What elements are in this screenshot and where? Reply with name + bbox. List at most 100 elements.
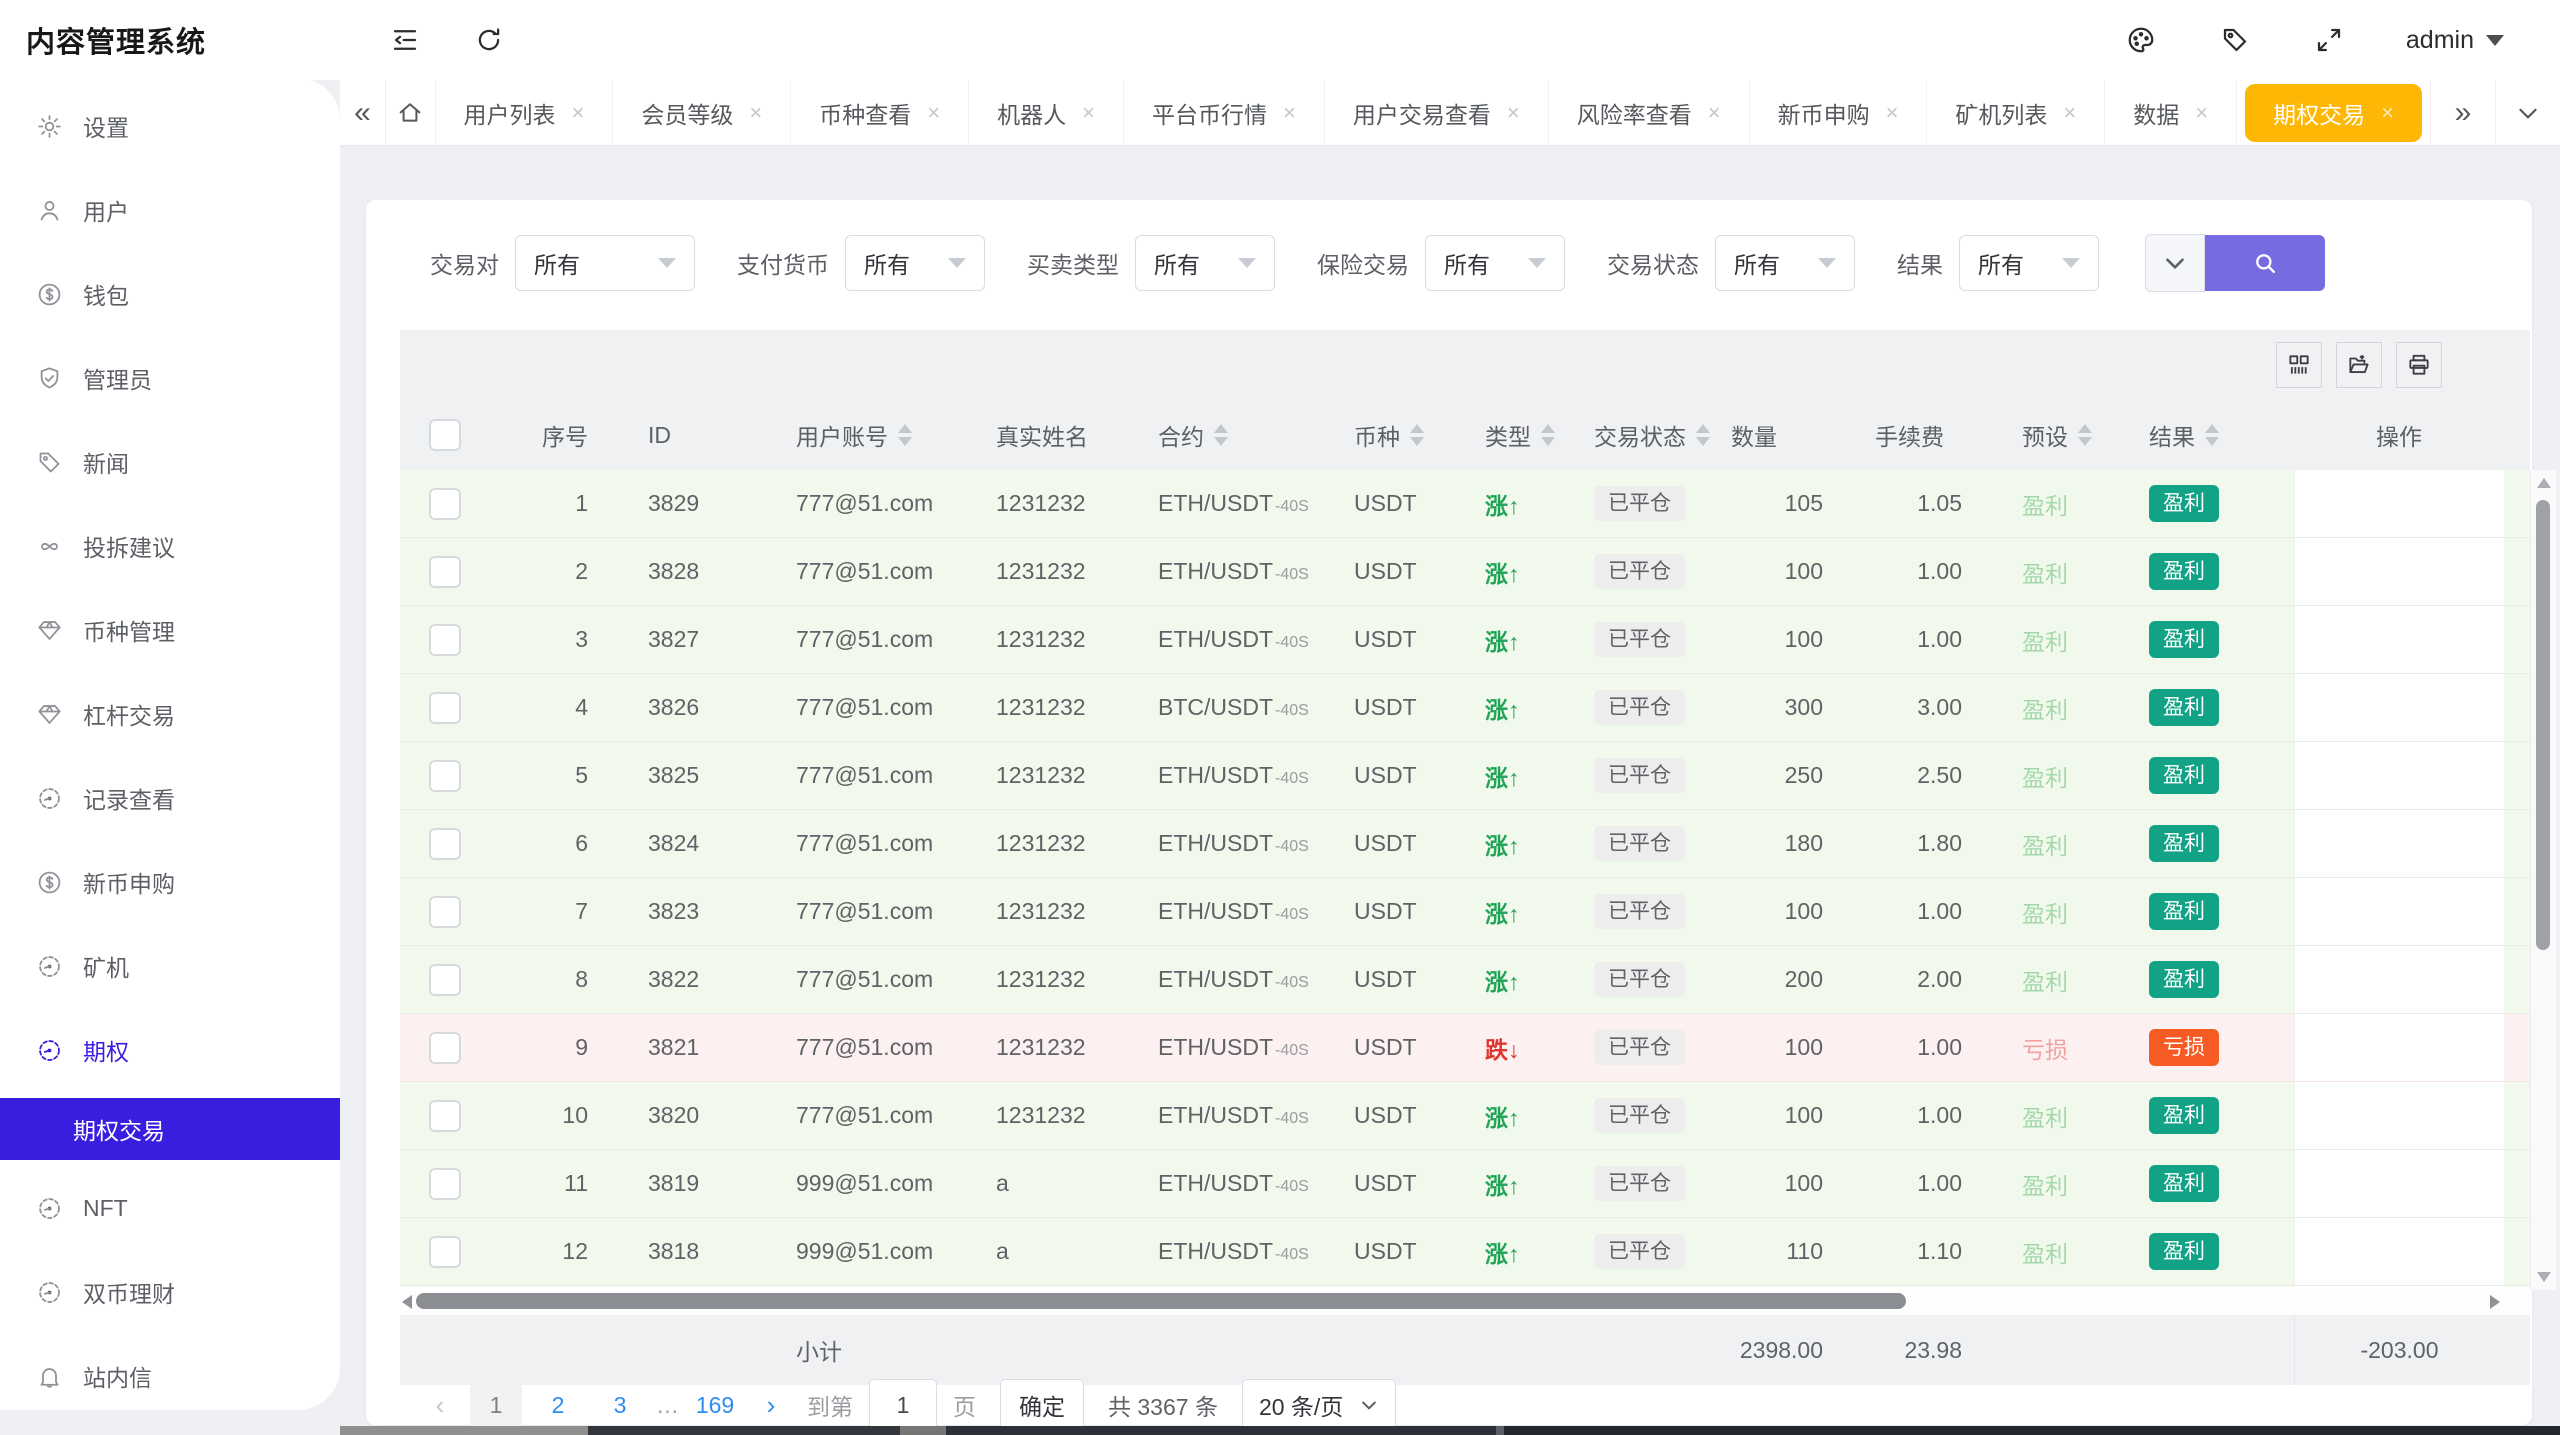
filter-select-0[interactable]: 所有 [515, 235, 695, 291]
row-checkbox[interactable] [429, 556, 461, 588]
tab-5[interactable]: 用户交易查看× [1325, 80, 1549, 145]
column-header-result[interactable]: 结果 [2129, 400, 2294, 470]
tab-close-icon[interactable]: × [749, 100, 762, 126]
page-size-select[interactable]: 20 条/页 [1242, 1379, 1396, 1431]
fullscreen-icon[interactable] [2312, 23, 2346, 57]
sidebar-item-2[interactable]: 钱包 [0, 252, 340, 336]
page-next-button[interactable]: › [751, 1390, 791, 1421]
sidebar-item-1[interactable]: 用户 [0, 168, 340, 252]
vertical-scroll-thumb[interactable] [2536, 500, 2550, 950]
horizontal-scrollbar[interactable] [400, 1290, 2530, 1315]
row-checkbox[interactable] [429, 624, 461, 656]
tab-close-icon[interactable]: × [1507, 100, 1520, 126]
tabs-scroll-right[interactable]: » [2430, 80, 2495, 145]
row-checkbox[interactable] [429, 760, 461, 792]
tab-3[interactable]: 机器人× [969, 80, 1124, 145]
sidebar-item-11[interactable]: 期权 [0, 1008, 340, 1092]
sort-arrows-icon[interactable] [1696, 424, 1710, 446]
sort-arrows-icon[interactable] [1541, 424, 1555, 446]
sidebar-item-0[interactable]: 设置 [0, 84, 340, 168]
tab-6[interactable]: 风险率查看× [1549, 80, 1750, 145]
tab-close-icon[interactable]: × [1283, 100, 1296, 126]
scroll-down-arrow[interactable] [2537, 1272, 2551, 1282]
tab-close-icon[interactable]: × [1886, 100, 1899, 126]
theme-palette-icon[interactable] [2124, 23, 2158, 57]
scroll-up-arrow[interactable] [2537, 478, 2551, 488]
scroll-left-arrow[interactable] [402, 1295, 412, 1309]
filter-expand-button[interactable] [2145, 234, 2205, 292]
column-header-contract[interactable]: 合约 [1134, 400, 1330, 470]
column-header-status[interactable]: 交易状态 [1574, 400, 1719, 470]
tab-0[interactable]: 用户列表× [436, 80, 614, 145]
row-checkbox[interactable] [429, 488, 461, 520]
user-menu[interactable]: admin [2406, 26, 2504, 55]
sidebar-item-10[interactable]: 矿机 [0, 924, 340, 1008]
row-checkbox[interactable] [429, 1032, 461, 1064]
column-settings-button[interactable] [2276, 342, 2322, 388]
home-tab[interactable] [386, 80, 436, 145]
page-prev-button[interactable]: ‹ [420, 1390, 460, 1421]
tab-close-icon[interactable]: × [2381, 100, 2394, 126]
tab-close-icon[interactable]: × [2195, 100, 2208, 126]
sort-arrows-icon[interactable] [1410, 424, 1424, 446]
sort-arrows-icon[interactable] [2205, 424, 2219, 446]
tab-2[interactable]: 币种查看× [791, 80, 969, 145]
tabs-dropdown[interactable] [2495, 80, 2560, 145]
tab-close-icon[interactable]: × [2063, 100, 2076, 126]
page-number-1[interactable]: 1 [470, 1382, 522, 1428]
tabs-scroll-left[interactable]: « [340, 80, 386, 145]
filter-select-4[interactable]: 所有 [1715, 235, 1855, 291]
filter-select-1[interactable]: 所有 [845, 235, 985, 291]
scroll-right-arrow[interactable] [2490, 1295, 2500, 1309]
row-checkbox[interactable] [429, 1168, 461, 1200]
tab-close-icon[interactable]: × [572, 100, 585, 126]
row-checkbox[interactable] [429, 1236, 461, 1268]
collapse-sidebar-icon[interactable] [388, 23, 422, 57]
horizontal-scroll-thumb[interactable] [416, 1293, 1906, 1309]
sort-arrows-icon[interactable] [2078, 424, 2092, 446]
sidebar-item-6[interactable]: 币种管理 [0, 588, 340, 672]
column-header-coin[interactable]: 币种 [1330, 400, 1457, 470]
select-all-checkbox[interactable] [429, 419, 461, 451]
page-number-2[interactable]: 2 [532, 1382, 584, 1428]
goto-page-input[interactable]: 1 [869, 1379, 937, 1431]
print-button[interactable] [2396, 342, 2442, 388]
row-checkbox[interactable] [429, 828, 461, 860]
sidebar-item-7[interactable]: 杠杆交易 [0, 672, 340, 756]
search-button[interactable] [2205, 235, 2325, 291]
filter-select-2[interactable]: 所有 [1135, 235, 1275, 291]
filter-select-3[interactable]: 所有 [1425, 235, 1565, 291]
sidebar-item-3[interactable]: 管理员 [0, 336, 340, 420]
tab-8[interactable]: 矿机列表× [1927, 80, 2105, 145]
sort-arrows-icon[interactable] [1214, 424, 1228, 446]
column-header-type[interactable]: 类型 [1457, 400, 1574, 470]
column-header-account[interactable]: 用户账号 [772, 400, 972, 470]
row-checkbox[interactable] [429, 1100, 461, 1132]
tag-tool-icon[interactable] [2218, 23, 2252, 57]
sidebar-item-13[interactable]: NFT [0, 1166, 340, 1250]
export-button[interactable] [2336, 342, 2382, 388]
tab-10[interactable]: 期权交易× [2245, 84, 2422, 142]
tab-close-icon[interactable]: × [1708, 100, 1721, 126]
row-checkbox[interactable] [429, 964, 461, 996]
tab-4[interactable]: 平台币行情× [1124, 80, 1325, 145]
goto-confirm-button[interactable]: 确定 [1000, 1379, 1084, 1431]
tab-close-icon[interactable]: × [1082, 100, 1095, 126]
refresh-icon[interactable] [472, 23, 506, 57]
row-checkbox[interactable] [429, 896, 461, 928]
filter-select-5[interactable]: 所有 [1959, 235, 2099, 291]
row-checkbox[interactable] [429, 692, 461, 724]
page-number-169[interactable]: 169 [689, 1382, 741, 1428]
tab-close-icon[interactable]: × [927, 100, 940, 126]
tab-1[interactable]: 会员等级× [613, 80, 791, 145]
sidebar-item-8[interactable]: 记录查看 [0, 756, 340, 840]
sidebar-subitem-12[interactable]: 期权交易 [0, 1098, 340, 1160]
sidebar-item-15[interactable]: 站内信 [0, 1334, 340, 1410]
vertical-scrollbar[interactable] [2530, 470, 2556, 1290]
tab-9[interactable]: 数据× [2105, 80, 2237, 145]
sidebar-item-14[interactable]: 双币理财 [0, 1250, 340, 1334]
tab-7[interactable]: 新币申购× [1750, 80, 1928, 145]
sort-arrows-icon[interactable] [898, 424, 912, 446]
page-number-3[interactable]: 3 [594, 1382, 646, 1428]
column-header-preset[interactable]: 预设 [1998, 400, 2129, 470]
